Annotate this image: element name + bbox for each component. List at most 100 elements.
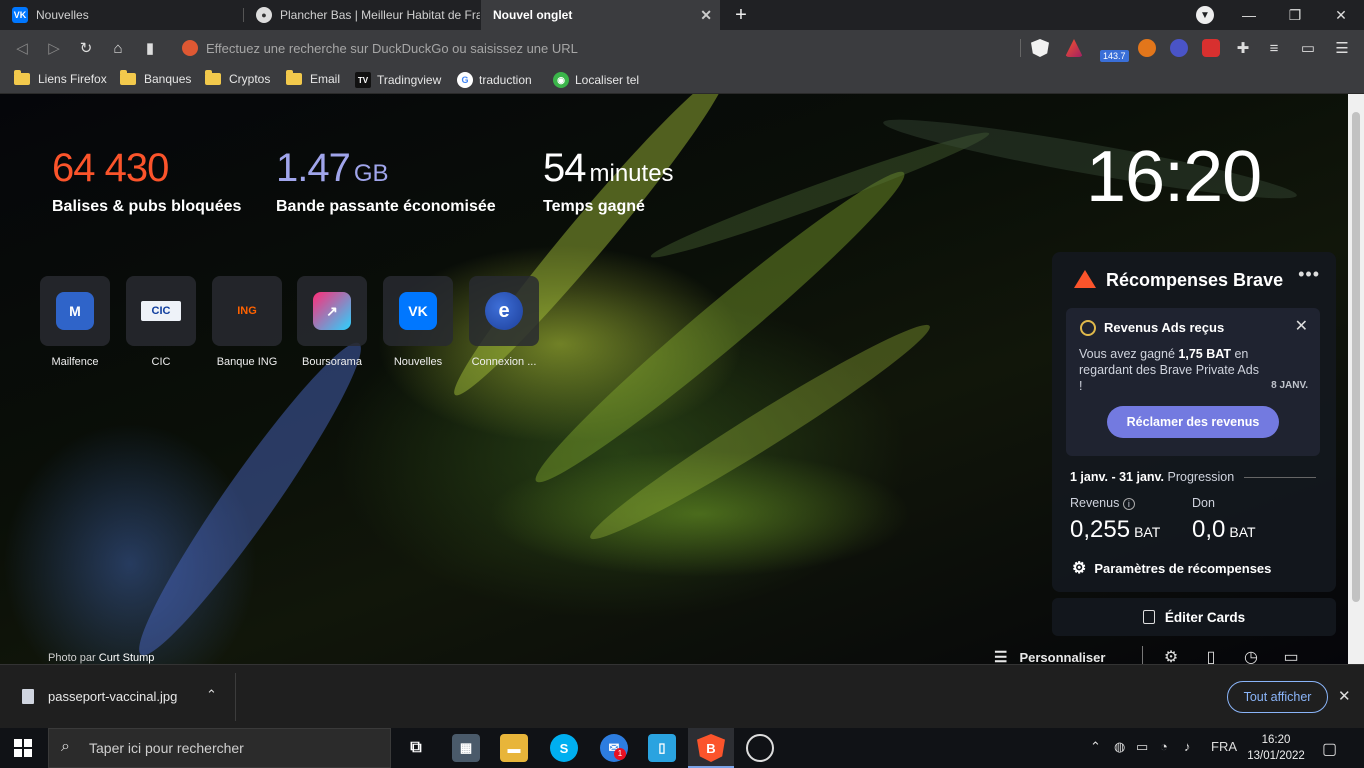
scrollbar-thumb[interactable] bbox=[1352, 112, 1360, 602]
bookmark-localiser-tel[interactable]: ◉ Localiser tel bbox=[553, 72, 639, 88]
skype-icon[interactable]: S bbox=[550, 734, 578, 762]
address-bar[interactable] bbox=[174, 33, 1024, 63]
photo-author-link[interactable]: Curt Stump bbox=[99, 652, 155, 664]
brave-rewards-logo-icon bbox=[1074, 270, 1096, 288]
wifi-icon[interactable]: ◔ bbox=[1160, 739, 1168, 754]
top-site-cic[interactable]: CIC CIC bbox=[119, 276, 203, 368]
language-indicator[interactable]: FRA bbox=[1211, 739, 1237, 754]
volume-icon[interactable]: ♪ bbox=[1184, 739, 1191, 754]
menu-icon[interactable]: ☰ bbox=[1332, 38, 1352, 58]
brave-shields-icon[interactable] bbox=[1031, 39, 1049, 57]
earned-amount: 1,75 BAT bbox=[1178, 347, 1231, 361]
top-site-nouvelles[interactable]: VK Nouvelles bbox=[376, 276, 460, 368]
folder-icon bbox=[286, 70, 302, 85]
bookmark-banques[interactable]: Banques bbox=[120, 70, 191, 86]
show-all-downloads-button[interactable]: Tout afficher bbox=[1227, 681, 1328, 713]
bottom-divider bbox=[1142, 646, 1143, 664]
bookmarks-bar: Liens Firefox Banques Cryptos Email TV Tr… bbox=[0, 66, 1364, 94]
brave-rewards-icon[interactable] bbox=[1065, 39, 1083, 57]
chevron-up-tray-icon[interactable]: ⌃ bbox=[1090, 739, 1101, 755]
bookmark-cryptos[interactable]: Cryptos bbox=[205, 70, 270, 86]
rewards-badge: 143.7 bbox=[1100, 50, 1129, 62]
top-site-boursorama[interactable]: ↗ Boursorama bbox=[290, 276, 374, 368]
top-site-mailfence[interactable]: M Mailfence bbox=[33, 276, 117, 368]
battery-icon[interactable]: ▭ bbox=[1136, 739, 1148, 755]
task-view-icon[interactable]: ⧉ bbox=[402, 734, 430, 762]
duckduckgo-icon bbox=[182, 40, 198, 56]
top-site-banque-ing[interactable]: ING Banque ING bbox=[205, 276, 289, 368]
tab-nouvelles[interactable]: VK Nouvelles bbox=[0, 0, 243, 30]
donation-amount: 0,0 BAT bbox=[1192, 516, 1256, 543]
network-status-icon[interactable]: ◍ bbox=[1114, 739, 1125, 755]
background-leaf bbox=[580, 310, 940, 554]
donation-label: Don bbox=[1192, 496, 1215, 510]
bookmark-icon[interactable]: ▮ bbox=[140, 38, 160, 58]
bookmark-traduction[interactable]: Gtraduction bbox=[457, 72, 532, 88]
top-site-label: Banque ING bbox=[216, 356, 278, 368]
top-site-label: Nouvelles bbox=[393, 356, 443, 368]
tab-title: Plancher Bas | Meilleur Habitat de Fra bbox=[280, 8, 480, 22]
rewards-period: 1 janv. - 31 janv. Progression bbox=[1070, 470, 1234, 484]
restore-button[interactable]: ❐ bbox=[1272, 0, 1318, 30]
close-tab-icon[interactable]: ✕ bbox=[700, 7, 712, 24]
forward-icon[interactable]: ▷ bbox=[44, 38, 64, 58]
top-site-label: Mailfence bbox=[51, 356, 99, 368]
new-tab-button[interactable]: + bbox=[730, 4, 752, 26]
home-icon[interactable]: ⌂ bbox=[108, 38, 128, 58]
notifications-icon[interactable]: ▢ bbox=[1322, 739, 1337, 759]
page-scrollbar[interactable] bbox=[1348, 94, 1364, 664]
download-item[interactable]: passeport-vaccinal.jpg bbox=[22, 689, 177, 704]
earnings-date: 8 JANV. bbox=[1271, 380, 1308, 391]
time-unit: minutes bbox=[589, 160, 674, 187]
search-icon: ⌕ bbox=[61, 738, 70, 755]
connexion-e-icon: e bbox=[485, 292, 523, 330]
rewards-settings-link[interactable]: ⚙ Paramètres de récompenses bbox=[1072, 558, 1271, 578]
bookmark-liens-firefox[interactable]: Liens Firefox bbox=[14, 70, 107, 86]
extension-icon[interactable] bbox=[1170, 39, 1188, 57]
time-label: Temps gagné bbox=[543, 198, 645, 215]
ads-earnings-card: Revenus Ads reçus ✕ Vous avez gagné 1,75… bbox=[1066, 308, 1320, 456]
toolbar-divider bbox=[1020, 39, 1021, 57]
top-site-connexion[interactable]: e Connexion ... bbox=[462, 276, 546, 368]
taskbar-clock[interactable]: 16:20 13/01/2022 bbox=[1246, 732, 1306, 764]
close-download-bar-icon[interactable]: ✕ bbox=[1338, 687, 1351, 705]
tab-new-tab[interactable]: Nouvel onglet ✕ bbox=[481, 0, 720, 30]
tab-search-icon[interactable]: ▼ bbox=[1196, 6, 1214, 24]
file-explorer-icon[interactable]: ▬ bbox=[500, 734, 528, 762]
extension-red-icon[interactable] bbox=[1202, 39, 1220, 57]
tab-plancher-bas[interactable]: ● Plancher Bas | Meilleur Habitat de Fra bbox=[244, 0, 480, 30]
reload-icon[interactable]: ↻ bbox=[76, 38, 96, 58]
info-icon[interactable]: i bbox=[1122, 498, 1135, 510]
taskbar-time: 16:20 bbox=[1261, 734, 1291, 746]
background-leaf bbox=[120, 329, 380, 664]
tab-title: Nouvel onglet bbox=[493, 8, 573, 22]
obs-icon[interactable] bbox=[746, 734, 774, 762]
gear-icon: ⚙ bbox=[1072, 560, 1087, 577]
earnings-label: Revenus i bbox=[1070, 496, 1135, 510]
phone-app-icon[interactable]: ▯ bbox=[648, 734, 676, 762]
metamask-icon[interactable] bbox=[1138, 39, 1156, 57]
bandwidth-stat: 1.47 GB bbox=[276, 146, 389, 191]
more-options-icon[interactable]: ••• bbox=[1298, 264, 1320, 285]
url-input[interactable] bbox=[206, 40, 1006, 56]
dismiss-icon[interactable]: ✕ bbox=[1295, 316, 1308, 336]
calculator-icon[interactable]: ▦ bbox=[452, 734, 480, 762]
extensions-puzzle-icon[interactable]: ✚ bbox=[1233, 38, 1253, 58]
file-icon bbox=[22, 689, 34, 704]
edit-cards-button[interactable]: Éditer Cards bbox=[1052, 598, 1336, 636]
taskbar-date: 13/01/2022 bbox=[1247, 750, 1305, 762]
back-icon[interactable]: ◁ bbox=[12, 38, 32, 58]
chevron-up-icon[interactable]: ⌃ bbox=[206, 687, 217, 703]
minimize-button[interactable]: — bbox=[1226, 0, 1272, 30]
bookmark-email[interactable]: Email bbox=[286, 70, 340, 86]
bookmark-tradingview[interactable]: TV Tradingview bbox=[355, 72, 441, 88]
taskbar-search[interactable]: ⌕ bbox=[48, 728, 391, 768]
location-icon: ◉ bbox=[553, 72, 569, 88]
cards-icon bbox=[1142, 610, 1155, 624]
windows-start-icon[interactable] bbox=[14, 739, 32, 757]
playlist-icon[interactable]: ≡ bbox=[1264, 38, 1284, 58]
wallet-icon[interactable]: ▭ bbox=[1298, 38, 1318, 58]
taskbar-search-input[interactable] bbox=[89, 740, 369, 756]
claim-earnings-button[interactable]: Réclamer des revenus bbox=[1107, 406, 1279, 438]
close-window-button[interactable]: ✕ bbox=[1318, 0, 1364, 30]
